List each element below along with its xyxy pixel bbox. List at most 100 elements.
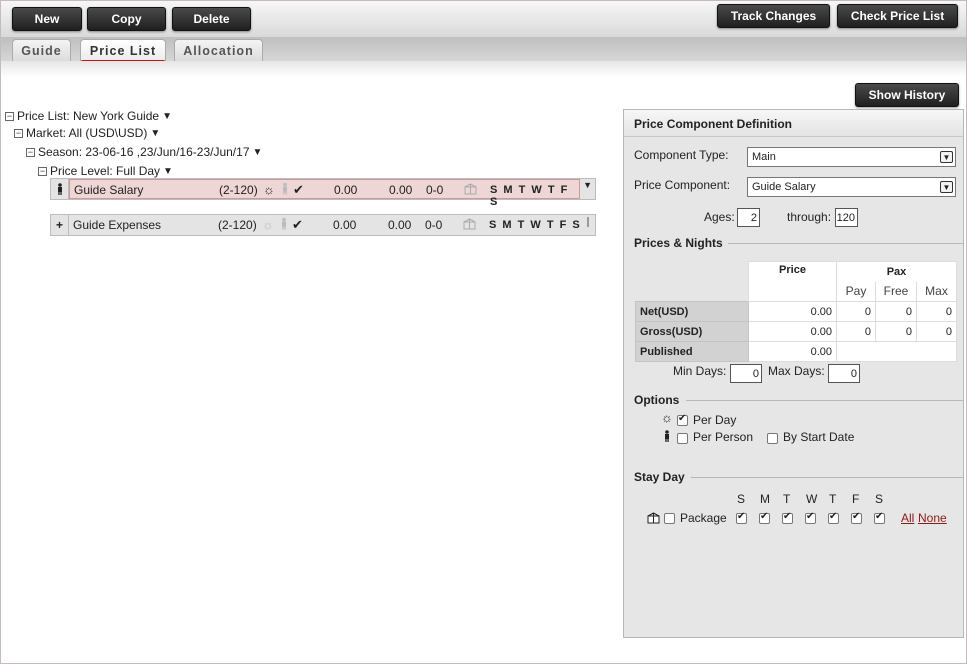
table-row: Net(USD) 0.00 0 0 0 (635, 301, 957, 322)
tree-market[interactable]: − Market: All (USD\USD) ▼ (14, 126, 160, 140)
chevron-down-icon[interactable]: ▼ (583, 180, 592, 190)
net-pay-cell[interactable]: 0 (836, 301, 876, 322)
max-header: Max (916, 281, 957, 302)
stay-day-checkbox[interactable] (828, 511, 839, 525)
tree-price-level[interactable]: − Price Level: Full Day ▼ (38, 164, 173, 178)
price-component-panel: Price Component Definition Component Typ… (623, 109, 964, 638)
published-price-cell[interactable]: 0.00 (748, 341, 837, 362)
new-button[interactable]: New (12, 7, 82, 31)
chevron-down-icon: ▼ (940, 181, 953, 193)
stay-day-letter: M (760, 492, 770, 506)
table-corner (636, 262, 749, 282)
collapse-toggle[interactable]: − (5, 111, 14, 121)
gross-price-cell[interactable]: 0.00 (748, 321, 837, 342)
tree-market-label: Market: All (USD\USD) (26, 126, 148, 140)
stay-day-title: Stay Day (634, 470, 685, 484)
tree-price-list[interactable]: − Price List: New York Guide ▼ (5, 109, 172, 123)
component-row-guide-expenses[interactable]: + Guide Expenses (2-120) ☼ ✔ 0.00 0.00 0… (50, 214, 596, 236)
stay-day-checkbox[interactable] (805, 511, 816, 525)
chevron-down-icon[interactable]: ▼ (150, 128, 160, 139)
person-faded-icon (281, 182, 289, 198)
chevron-down-icon[interactable]: ▼ (163, 166, 173, 177)
stay-day-checkbox[interactable] (736, 511, 747, 525)
tab-allocation[interactable]: Allocation (174, 39, 263, 61)
check-price-list-button[interactable]: Check Price List (837, 4, 958, 28)
component-ages: (2-120) (219, 183, 258, 197)
component-days: S M T W T F S (489, 219, 582, 231)
stay-day-checkbox[interactable] (851, 511, 862, 525)
chevron-down-icon[interactable]: ▼ (253, 147, 263, 158)
tab-price-list[interactable]: Price List (80, 39, 166, 63)
max-days-label: Max Days: (768, 364, 825, 378)
ages-from-input[interactable]: 2 (737, 208, 760, 227)
all-link[interactable]: All (901, 511, 914, 525)
track-changes-button[interactable]: Track Changes (717, 4, 830, 28)
copy-button[interactable]: Copy (87, 7, 166, 31)
by-start-date-label: By Start Date (783, 430, 855, 444)
chevron-down-icon[interactable]: ▼ (162, 111, 172, 122)
expand-toggle[interactable]: + (51, 215, 69, 235)
gross-max-cell[interactable]: 0 (916, 321, 957, 342)
stay-day-letter: T (829, 492, 837, 506)
collapse-toggle[interactable]: − (26, 147, 35, 157)
tree-price-list-label: Price List: New York Guide (17, 109, 160, 123)
row-label: Net(USD) (635, 301, 749, 322)
top-toolbar: New Copy Delete Track Changes Check Pric… (1, 1, 966, 37)
component-days: S M T W T F S (490, 184, 569, 208)
stay-day-checkbox[interactable] (759, 511, 770, 525)
table-row: Gross(USD) 0.00 0 0 0 (635, 321, 957, 342)
tab-bar: Guide Price List Allocation (1, 37, 966, 63)
net-price-cell[interactable]: 0.00 (748, 301, 837, 322)
gross-free-cell[interactable]: 0 (875, 321, 917, 342)
stay-day-checkbox[interactable] (874, 511, 885, 525)
sun-icon: ☼ (263, 182, 275, 197)
chevron-down-icon: ▼ (940, 151, 953, 163)
component-pax: 0-0 (425, 218, 443, 232)
component-type-select[interactable]: Main ▼ (747, 147, 956, 167)
tab-price-list-label: Price List (89, 43, 157, 58)
section-divider (728, 243, 964, 244)
none-link[interactable]: None (918, 511, 947, 525)
package-label: Package (680, 511, 727, 525)
row-menu-handle[interactable] (587, 217, 589, 227)
row-label: Published (635, 341, 749, 362)
tree-season-label: Season: 23-06-16 ,23/Jun/16-23/Jun/17 (38, 145, 250, 159)
component-row-guide-salary[interactable]: Guide Salary (2-120) ☼ ✔ 0.00 0.00 0-0 S… (50, 178, 596, 208)
price-component-select[interactable]: Guide Salary ▼ (747, 177, 956, 197)
person-icon (51, 179, 69, 199)
tab-guide[interactable]: Guide (12, 39, 71, 61)
delete-button[interactable]: Delete (172, 7, 251, 31)
component-name: Guide Expenses (73, 218, 162, 232)
ages-to-input[interactable]: 120 (835, 208, 858, 227)
per-day-label: Per Day (693, 413, 737, 427)
stay-day-letter: F (852, 492, 860, 506)
package-checkbox[interactable] (664, 511, 675, 525)
section-divider (686, 400, 964, 401)
stay-day-letter: W (806, 492, 818, 506)
collapse-toggle[interactable]: − (14, 128, 23, 138)
show-history-button[interactable]: Show History (855, 83, 959, 107)
price-component-value: Guide Salary (752, 181, 816, 193)
check-icon: ✔ (293, 182, 304, 197)
prices-table: Price Pax Pay Free Max Net(USD) 0.00 0 0… (635, 261, 957, 362)
net-free-cell[interactable]: 0 (875, 301, 917, 322)
max-days-input[interactable]: 0 (828, 364, 860, 383)
collapse-toggle[interactable]: − (38, 166, 47, 176)
min-days-input[interactable]: 0 (730, 364, 762, 383)
free-header: Free (875, 281, 917, 302)
by-start-date-checkbox[interactable] (767, 431, 778, 445)
gross-pay-cell[interactable]: 0 (836, 321, 876, 342)
stay-day-checkbox[interactable] (782, 511, 793, 525)
per-day-checkbox[interactable] (677, 413, 688, 427)
sun-faded-icon: ☼ (262, 217, 274, 232)
per-person-label: Per Person (693, 430, 754, 444)
published-empty-cell (836, 341, 957, 362)
per-person-checkbox[interactable] (677, 431, 688, 445)
component-type-value: Main (752, 151, 776, 163)
component-gross: 0.00 (388, 218, 412, 232)
tree-season[interactable]: − Season: 23-06-16 ,23/Jun/16-23/Jun/17 … (26, 145, 262, 159)
panel-title: Price Component Definition (624, 110, 963, 137)
net-max-cell[interactable]: 0 (916, 301, 957, 322)
component-body: Guide Salary (2-120) ☼ ✔ 0.00 0.00 0-0 S… (69, 179, 580, 208)
through-label: through: (787, 210, 832, 224)
